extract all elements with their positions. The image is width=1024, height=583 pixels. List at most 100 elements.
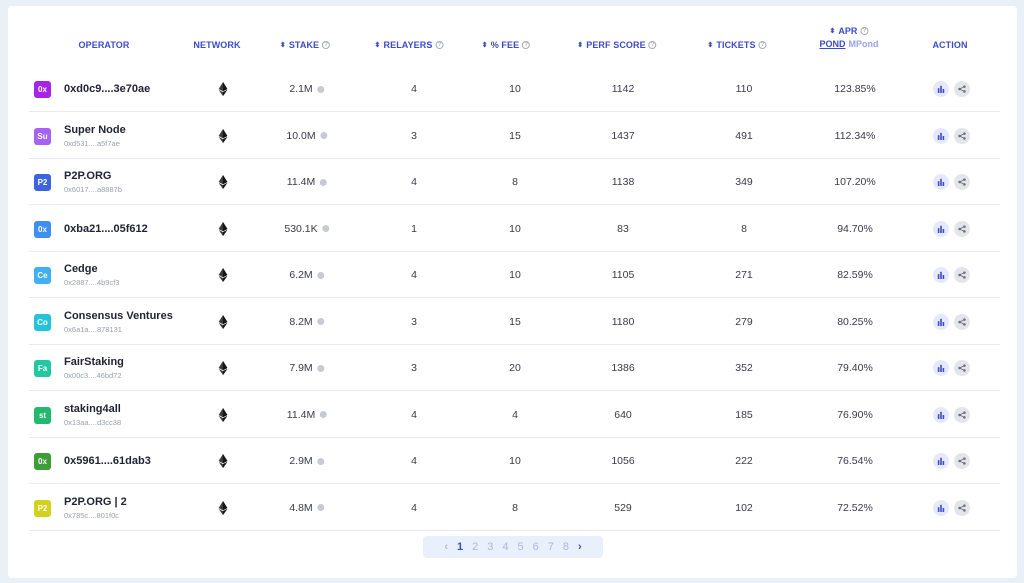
info-dot-icon[interactable] xyxy=(317,318,325,325)
operator-address: 0x6a1a....878131 xyxy=(64,324,122,334)
info-dot-icon[interactable] xyxy=(322,225,330,232)
bar-chart-icon[interactable] xyxy=(933,406,949,423)
table-row[interactable]: 0x 0x5961....61dab3 2.9M 4 10 1056 222 7… xyxy=(29,438,1000,484)
next-page-button[interactable]: › xyxy=(578,541,582,553)
page-number[interactable]: 8 xyxy=(563,541,569,553)
help-icon[interactable]: ? xyxy=(322,41,331,49)
page-number[interactable]: 1 xyxy=(457,541,463,553)
share-icon[interactable] xyxy=(954,313,970,330)
help-icon[interactable]: ? xyxy=(435,41,444,49)
info-dot-icon[interactable] xyxy=(320,178,328,186)
bar-chart-icon[interactable] xyxy=(933,174,949,190)
ethereum-icon xyxy=(218,82,228,96)
share-icon[interactable] xyxy=(954,267,970,283)
ethereum-icon xyxy=(218,221,228,236)
col-perf-score[interactable]: ⬍ PERF SCORE? xyxy=(577,40,657,50)
stake-value: 10.0M xyxy=(286,130,328,142)
share-icon[interactable] xyxy=(954,220,970,237)
prev-page-button[interactable]: ‹ xyxy=(444,541,448,553)
operator-name[interactable]: 0x5961....61dab3 xyxy=(64,455,151,467)
info-dot-icon[interactable] xyxy=(317,504,325,511)
table-row[interactable]: st staking4all 0x13aa....d3cc38 11.4M 4 … xyxy=(29,392,1000,438)
help-icon[interactable]: ? xyxy=(522,41,531,49)
info-dot-icon[interactable] xyxy=(317,85,325,93)
share-icon[interactable] xyxy=(954,360,970,376)
col-relayers[interactable]: ⬍ RELAYERS? xyxy=(375,40,444,50)
share-icon[interactable] xyxy=(954,406,970,423)
table-row[interactable]: Su Super Node 0xd531....a5f7ae 10.0M 3 1… xyxy=(29,113,1000,159)
col-apr[interactable]: ⬍ APR? POND MPond xyxy=(819,26,878,49)
page-number[interactable]: 4 xyxy=(502,541,508,553)
apr-value: 76.90% xyxy=(837,408,873,421)
bar-chart-icon[interactable] xyxy=(933,127,949,144)
share-icon[interactable] xyxy=(954,453,970,469)
table-row[interactable]: Ce Cedge 0x2887....4b9cf3 6.2M 4 10 1105… xyxy=(29,252,1000,298)
tickets-value: 352 xyxy=(735,362,753,374)
bar-chart-icon[interactable] xyxy=(933,81,949,97)
share-icon[interactable] xyxy=(954,81,970,97)
bar-chart-icon[interactable] xyxy=(933,499,949,516)
bar-chart-icon[interactable] xyxy=(933,453,949,469)
info-dot-icon[interactable] xyxy=(320,411,328,418)
sort-icon: ⬍ xyxy=(707,41,714,49)
info-dot-icon[interactable] xyxy=(317,364,325,372)
share-icon[interactable] xyxy=(954,499,970,516)
page-number[interactable]: 3 xyxy=(487,541,493,553)
operator-name[interactable]: 0xd0c9....3e70ae xyxy=(64,83,150,95)
table-row[interactable]: 0x 0xba21....05f612 530.1K 1 10 83 8 94.… xyxy=(29,206,1000,252)
table-row[interactable]: P2 P2P.ORG | 2 0x785c....801f0c 4.8M 4 8… xyxy=(29,485,1000,531)
page-number[interactable]: 2 xyxy=(472,541,478,553)
col-tickets-label: TICKETS xyxy=(716,40,756,50)
stake-amount: 4.8M xyxy=(289,501,313,514)
operator-name[interactable]: Cedge xyxy=(64,263,98,275)
col-fee[interactable]: ⬍% FEE? xyxy=(482,40,531,50)
operator-name[interactable]: Consensus Ventures xyxy=(64,310,173,322)
bar-chart-icon[interactable] xyxy=(933,220,949,237)
bar-chart-icon[interactable] xyxy=(933,313,949,330)
help-icon[interactable]: ? xyxy=(758,41,767,49)
page-number[interactable]: 7 xyxy=(548,541,554,553)
table-header: OPERATOR NETWORK ⬍ STAKE? ⬍ RELAYERS? ⬍% F… xyxy=(8,6,1017,68)
table-row[interactable]: Fa FairStaking 0x00c3....46bd72 7.9M 3 2… xyxy=(29,345,1000,391)
page-number[interactable]: 5 xyxy=(518,541,524,553)
operator-name[interactable]: P2P.ORG xyxy=(64,170,112,182)
relayers-value: 4 xyxy=(411,501,417,514)
sort-icon: ⬍ xyxy=(374,41,381,49)
col-stake[interactable]: ⬍ STAKE? xyxy=(280,40,331,50)
tickets-value: 271 xyxy=(735,269,753,281)
operator-avatar: Fa xyxy=(34,360,51,377)
operator-name[interactable]: staking4all xyxy=(64,403,121,415)
operator-name[interactable]: 0xba21....05f612 xyxy=(64,223,148,235)
table-row[interactable]: P2 P2P.ORG 0x6017....a8887b 11.4M 4 8 11… xyxy=(29,159,1000,205)
perf-score-value: 529 xyxy=(614,501,632,514)
fee-value: 20 xyxy=(509,362,521,374)
page-number[interactable]: 6 xyxy=(533,541,539,553)
operator-avatar: 0x xyxy=(34,81,51,98)
operator-name[interactable]: Super Node xyxy=(64,124,126,136)
apr-value: 72.52% xyxy=(837,501,873,514)
info-dot-icon[interactable] xyxy=(317,271,325,279)
bar-chart-icon[interactable] xyxy=(933,360,949,376)
fee-value: 10 xyxy=(509,455,521,467)
apr-unit-pond-toggle[interactable]: POND xyxy=(819,39,845,49)
help-icon[interactable]: ? xyxy=(648,41,657,49)
tickets-value: 185 xyxy=(735,408,753,421)
info-dot-icon[interactable] xyxy=(320,132,328,139)
operator-name[interactable]: P2P.ORG | 2 xyxy=(64,496,127,508)
fee-value: 10 xyxy=(509,269,521,281)
info-dot-icon[interactable] xyxy=(317,457,325,465)
relayers-value: 3 xyxy=(411,315,417,328)
share-icon[interactable] xyxy=(954,174,970,190)
relayers-value: 3 xyxy=(411,362,417,374)
apr-unit-mpond-toggle[interactable]: MPond xyxy=(849,39,879,49)
bar-chart-icon[interactable] xyxy=(933,267,949,283)
help-icon[interactable]: ? xyxy=(860,27,869,35)
col-relayers-label: RELAYERS xyxy=(383,40,433,50)
stake-amount: 8.2M xyxy=(289,315,313,328)
table-row[interactable]: Co Consensus Ventures 0x6a1a....878131 8… xyxy=(29,299,1000,345)
share-icon[interactable] xyxy=(954,127,970,144)
table-row[interactable]: 0x 0xd0c9....3e70ae 2.1M 4 10 1142 110 1… xyxy=(29,66,1000,112)
perf-score-value: 1180 xyxy=(611,315,635,328)
col-tickets[interactable]: ⬍ TICKETS? xyxy=(707,40,767,50)
operator-name[interactable]: FairStaking xyxy=(64,356,124,368)
